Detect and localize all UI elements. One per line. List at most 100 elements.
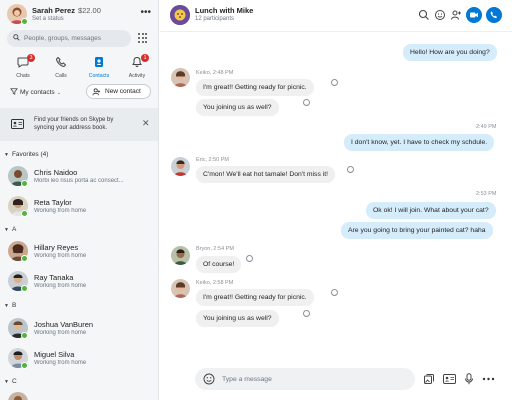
search-box[interactable] bbox=[7, 30, 131, 47]
nav-contacts[interactable]: Contacts bbox=[81, 54, 117, 80]
microphone-icon[interactable] bbox=[464, 373, 474, 385]
message-meta: Keiko, 2:48 PM bbox=[196, 70, 234, 76]
message-bubble-incoming[interactable]: You joining us as well? bbox=[196, 310, 279, 327]
presence-indicator bbox=[21, 362, 28, 369]
emoji-icon[interactable] bbox=[434, 9, 446, 21]
avatar[interactable] bbox=[171, 157, 190, 176]
contact-item[interactable]: Ray Tanaka Working from home bbox=[6, 271, 156, 295]
group-avatar[interactable] bbox=[170, 5, 190, 25]
contact-name: Miguel Silva bbox=[34, 350, 75, 359]
message-bubble-incoming[interactable]: Of course! bbox=[196, 256, 242, 273]
conversation-title[interactable]: Lunch with Mike bbox=[195, 6, 253, 15]
activity-badge: 1 bbox=[141, 54, 149, 62]
contact-status: Working from home bbox=[34, 253, 87, 259]
add-reaction-icon[interactable] bbox=[303, 99, 310, 106]
add-reaction-icon[interactable] bbox=[331, 289, 338, 296]
avatar[interactable] bbox=[171, 246, 190, 265]
new-contact-button[interactable]: New contact bbox=[86, 84, 151, 99]
message-input[interactable] bbox=[222, 372, 407, 386]
section-b[interactable]: ▼ B bbox=[4, 302, 16, 309]
close-icon[interactable]: ✕ bbox=[142, 118, 150, 129]
chat-header: Lunch with Mike 12 participants bbox=[160, 0, 512, 32]
new-contact-label: New contact bbox=[105, 88, 141, 95]
message-bubble-incoming[interactable]: I'm great!! Getting ready for picnic. bbox=[196, 79, 314, 96]
contact-name: Reta Taylor bbox=[34, 198, 72, 207]
message-bubble-incoming[interactable]: I'm great!! Getting ready for picnic. bbox=[196, 289, 314, 306]
message-bubble-outgoing[interactable]: Ok ok! I will join. What about your cat? bbox=[366, 202, 496, 219]
profile-header[interactable]: Sarah Perez $22.00 Set a status ••• bbox=[7, 4, 155, 26]
add-reaction-icon[interactable] bbox=[347, 166, 354, 173]
contacts-icon bbox=[95, 57, 103, 67]
nav-calls[interactable]: Calls bbox=[43, 54, 79, 80]
presence-indicator bbox=[21, 18, 28, 25]
conversation-pane: Lunch with Mike 12 participants Hello! H… bbox=[160, 0, 512, 400]
profile-name: Sarah Perez $22.00 bbox=[32, 6, 101, 15]
collapse-triangle-icon: ▼ bbox=[4, 379, 9, 385]
contact-name: Ray Tanaka bbox=[34, 273, 74, 282]
add-person-icon bbox=[92, 87, 101, 95]
search-icon bbox=[13, 34, 20, 41]
contact-item[interactable]: Joshua VanBuren Working from home bbox=[6, 318, 156, 342]
video-camera-icon bbox=[470, 12, 478, 18]
filter-icon bbox=[10, 88, 18, 95]
skype-credit: $22.00 bbox=[77, 6, 101, 15]
message-bubble-outgoing[interactable]: Are you going to bring your painted cat?… bbox=[341, 222, 493, 239]
contact-status: Working from home bbox=[34, 283, 87, 289]
sync-banner-text: Find your friends on Skype by syncing yo… bbox=[34, 117, 114, 131]
message-meta: Eric, 2:50 PM bbox=[196, 157, 230, 163]
add-participant-icon[interactable] bbox=[450, 9, 462, 21]
message-bubble-outgoing[interactable]: I don't know, yet. I have to check my sc… bbox=[344, 134, 495, 151]
add-reaction-icon[interactable] bbox=[303, 310, 310, 317]
contact-name: Chris Naidoo bbox=[34, 168, 78, 177]
search-input[interactable] bbox=[24, 32, 128, 45]
chats-badge: 3 bbox=[27, 54, 35, 62]
participant-count[interactable]: 12 participants bbox=[195, 16, 234, 22]
audio-call-button[interactable] bbox=[486, 7, 502, 23]
message-composer[interactable] bbox=[195, 368, 415, 390]
contact-item[interactable]: Reta Taylor Working from home bbox=[6, 196, 156, 220]
search-icon[interactable] bbox=[418, 9, 430, 21]
message-meta: 2:49 PM bbox=[476, 124, 497, 130]
chevron-down-icon: ⌄ bbox=[56, 90, 61, 96]
add-reaction-icon[interactable] bbox=[246, 255, 253, 262]
contact-status: Working from home bbox=[34, 330, 87, 336]
contact-item[interactable]: Miguel Silva Working from home bbox=[6, 348, 156, 372]
more-options-button[interactable]: ••• bbox=[140, 7, 151, 18]
section-c[interactable]: ▼ C bbox=[4, 378, 17, 385]
avatar[interactable] bbox=[171, 68, 190, 87]
add-reaction-icon[interactable] bbox=[331, 79, 338, 86]
contact-status: Working from home bbox=[34, 360, 87, 366]
section-a[interactable]: ▼ A bbox=[4, 226, 16, 233]
message-bubble-outgoing[interactable]: Hello! How are you doing? bbox=[403, 44, 497, 61]
message-list: Hello! How are you doing? Keiko, 2:48 PM… bbox=[160, 33, 512, 363]
contact-item[interactable]: Hillary Reyes Working from home bbox=[6, 241, 156, 265]
emoji-icon[interactable] bbox=[203, 373, 215, 385]
media-gallery-icon[interactable] bbox=[423, 373, 435, 385]
message-meta: Keiko, 2:58 PM bbox=[196, 280, 234, 286]
nav-calls-label: Calls bbox=[55, 73, 67, 79]
contact-item[interactable]: Chris Naidoo Morbi leo risus porta ac co… bbox=[6, 166, 156, 190]
profile-status[interactable]: Set a status bbox=[32, 16, 64, 22]
nav-activity[interactable]: 1 Activity bbox=[119, 54, 155, 80]
contacts-filter-label: My contacts bbox=[20, 89, 55, 96]
skype-app: Sarah Perez$22.00 Set a status ••• 3 Cha… bbox=[0, 0, 512, 400]
avatar[interactable] bbox=[171, 279, 190, 298]
contact-card-icon[interactable] bbox=[443, 373, 456, 385]
sync-address-book-banner[interactable]: Find your friends on Skype by syncing yo… bbox=[0, 108, 158, 141]
contacts-filter-dropdown[interactable]: My contacts ⌄ bbox=[10, 88, 61, 96]
contact-status: Working from home bbox=[34, 208, 87, 214]
message-bubble-incoming[interactable]: C'mon! We'll eat hot tamale! Don't miss … bbox=[196, 166, 336, 183]
message-bubble-incoming[interactable]: You joining us as well? bbox=[196, 99, 279, 116]
nav-chats[interactable]: 3 Chats bbox=[5, 54, 41, 80]
dialpad-icon[interactable] bbox=[138, 33, 149, 44]
contact-item[interactable] bbox=[6, 392, 156, 400]
message-meta: 2:53 PM bbox=[476, 191, 497, 197]
contact-name: Hillary Reyes bbox=[34, 243, 79, 252]
message-meta: Bryon, 2:54 PM bbox=[196, 246, 234, 252]
more-options-icon[interactable] bbox=[482, 373, 495, 385]
avatar bbox=[8, 392, 28, 400]
section-favorites[interactable]: ▼ Favorites (4) bbox=[4, 151, 48, 158]
address-book-icon bbox=[11, 119, 24, 129]
video-call-button[interactable] bbox=[466, 7, 482, 23]
main-nav: 3 Chats Calls Contacts 1 Activity bbox=[4, 54, 156, 80]
